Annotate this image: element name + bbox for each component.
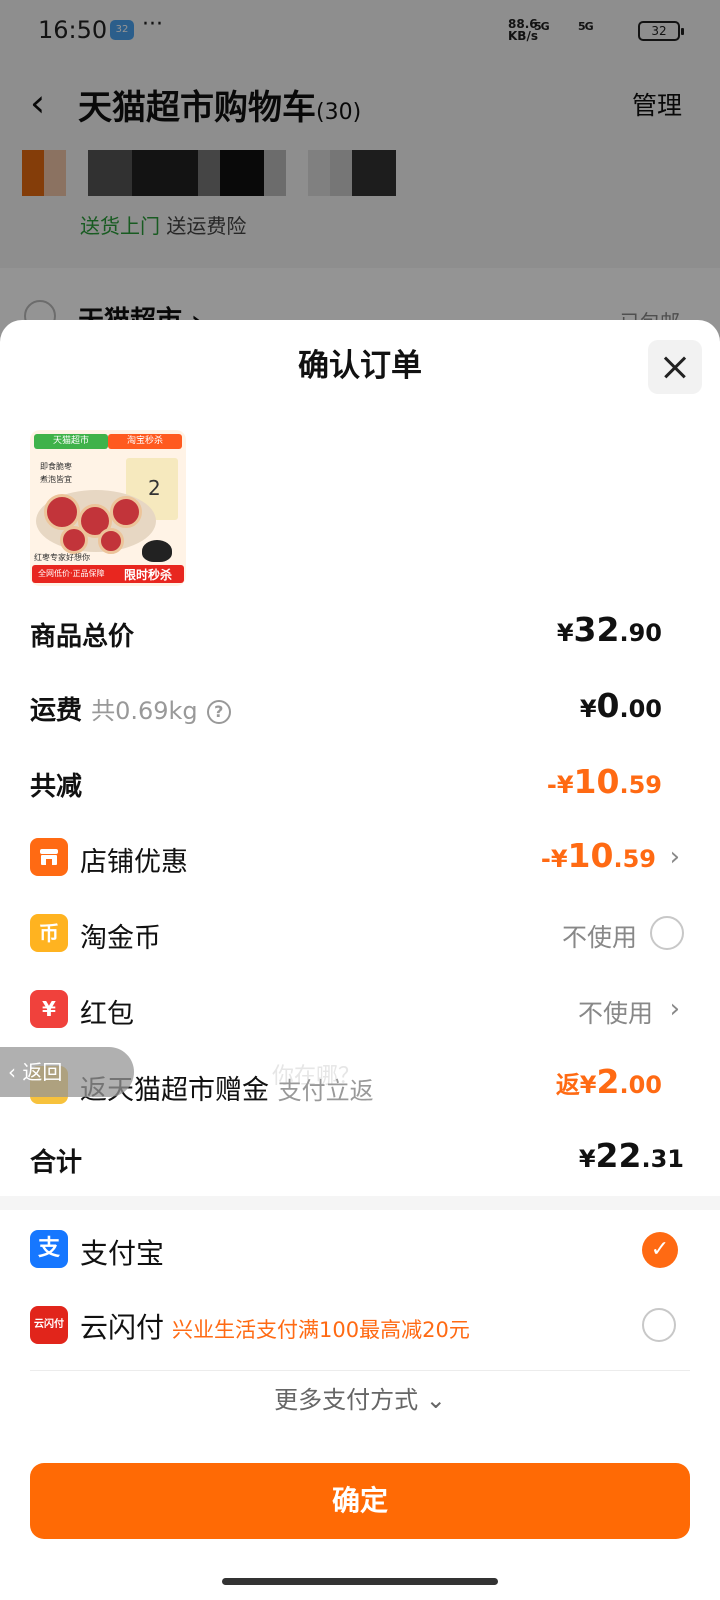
date-slice bbox=[60, 526, 88, 554]
close-icon[interactable] bbox=[648, 340, 702, 394]
product-image-text: 即食脆枣 煮泡皆宜 bbox=[40, 462, 72, 484]
unionpay-radio[interactable] bbox=[642, 1308, 676, 1342]
chevron-right-icon[interactable]: › bbox=[670, 842, 680, 872]
shop-icon bbox=[30, 838, 68, 876]
taojinbi-radio[interactable] bbox=[650, 916, 684, 950]
unionpay-label[interactable]: 云闪付 兴业生活支付满100最高减20元 bbox=[80, 1306, 470, 1346]
total-price: ¥22.31 bbox=[578, 1136, 684, 1175]
more-payments-button[interactable]: 更多支付方式 ⌄ bbox=[0, 1380, 720, 1415]
date-slice bbox=[98, 528, 124, 554]
taojinbi-value: 不使用 bbox=[562, 923, 638, 952]
discount-label: 共减 bbox=[30, 772, 83, 802]
alipay-icon: 支 bbox=[30, 1230, 68, 1268]
red-packet-icon: ¥ bbox=[30, 990, 68, 1028]
section-divider bbox=[0, 1196, 720, 1210]
hongbao-label[interactable]: 红包 bbox=[80, 992, 134, 1031]
product-image-sub: 红枣专家好想你 bbox=[34, 553, 90, 562]
dim-overlay[interactable] bbox=[0, 0, 720, 340]
chevron-right-icon[interactable]: › bbox=[670, 994, 680, 1024]
goods-total-price: ¥32.90 bbox=[556, 610, 662, 649]
cashback-amount: 返¥2.00 bbox=[555, 1062, 662, 1101]
divider bbox=[30, 1370, 690, 1371]
product-promo-label: 限时秒杀 bbox=[124, 568, 173, 582]
shop-discount-amount[interactable]: -¥10.59 bbox=[541, 836, 656, 875]
product-box-number: 2 bbox=[148, 476, 161, 500]
float-back-button[interactable]: ‹ 返回 bbox=[0, 1047, 134, 1097]
shipping-weight: 共0.69kg bbox=[91, 697, 198, 725]
shipping-price: ¥0.00 bbox=[579, 686, 662, 725]
taojinbi-label: 淘金币 bbox=[80, 923, 161, 954]
shipping-label: 运费 共0.69kg ? bbox=[30, 690, 231, 727]
cashback-sub: 支付立返 bbox=[277, 1077, 374, 1105]
hongbao-value[interactable]: 不使用 bbox=[578, 994, 653, 1030]
confirm-button[interactable]: 确定 bbox=[30, 1463, 690, 1539]
product-promo-text: 全网低价·正品保障 bbox=[38, 569, 105, 578]
product-tag: 天猫超市 bbox=[34, 434, 108, 449]
date-slice bbox=[110, 496, 142, 528]
checkmark-icon[interactable]: ✓ bbox=[642, 1232, 678, 1268]
discount-amount: -¥10.59 bbox=[546, 762, 662, 801]
product-image: 天猫超市 淘宝秒杀 即食脆枣 煮泡皆宜 2 红枣专家好想你 全网低价·正品保障 … bbox=[30, 430, 186, 586]
help-icon[interactable]: ? bbox=[206, 700, 231, 724]
home-indicator[interactable] bbox=[222, 1578, 498, 1585]
shop-discount-label[interactable]: 店铺优惠 bbox=[80, 840, 188, 879]
alipay-label[interactable]: 支付宝 bbox=[80, 1232, 164, 1272]
sheet-title: 确认订单 bbox=[298, 348, 422, 384]
total-label: 合计 bbox=[30, 1148, 83, 1178]
goods-total-label: 商品总价 bbox=[30, 622, 135, 652]
unionpay-icon: 云闪付 bbox=[30, 1306, 68, 1344]
date-slice bbox=[44, 494, 80, 530]
coin-icon: 币 bbox=[30, 914, 68, 952]
product-tag: 淘宝秒杀 bbox=[108, 434, 182, 449]
unionpay-promo: 兴业生活支付满100最高减20元 bbox=[172, 1318, 470, 1342]
